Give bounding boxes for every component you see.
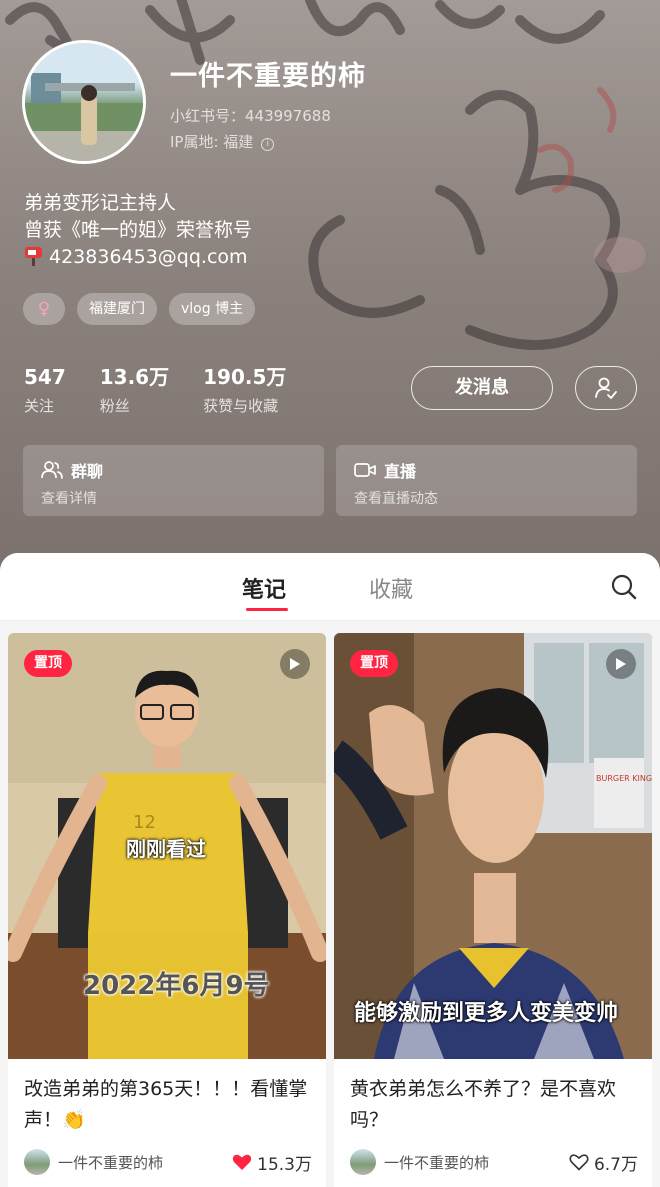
followed-button[interactable] xyxy=(575,366,637,410)
send-message-button[interactable]: 发消息 xyxy=(411,366,553,410)
note-title[interactable]: 改造弟弟的第365天！！！看懂掌声！👏 xyxy=(8,1059,326,1136)
note-card[interactable]: 12 置顶 刚刚看过 2022年6月9号 改造弟弟的第365天！！！看懂掌声！👏… xyxy=(8,633,326,1187)
heart-icon xyxy=(569,1154,589,1171)
note-card[interactable]: BURGER KING 置顶 能够激励到更多人变美变帅 黄衣弟弟怎么不养了？是不… xyxy=(334,633,652,1187)
gender-tag: ♀ xyxy=(23,293,65,325)
bio-line: 弟弟变形记主持人 xyxy=(24,192,177,214)
bio: 弟弟变形记主持人 曾获《唯一的姐》荣誉称号 423836453@qq.com xyxy=(24,190,252,271)
tab-notes[interactable]: 笔记 xyxy=(242,572,286,604)
group-chat-subtitle: 查看详情 xyxy=(41,491,97,507)
live-title: 直播 xyxy=(384,462,417,481)
group-icon xyxy=(41,461,63,479)
bio-line: 曾获《唯一的姐》荣誉称号 xyxy=(24,219,253,241)
mail-icon xyxy=(25,247,42,266)
note-cover[interactable]: BURGER KING 置顶 能够激励到更多人变美变帅 xyxy=(334,633,652,1059)
author-name[interactable]: 一件不重要的柿 xyxy=(58,1152,232,1173)
live-icon xyxy=(354,463,376,477)
stat-number: 547 xyxy=(24,365,66,389)
note-title[interactable]: 黄衣弟弟怎么不养了？是不喜欢吗？ xyxy=(334,1059,652,1136)
tab-bar: 笔记 收藏 xyxy=(0,553,660,621)
like-control[interactable]: 6.7万 xyxy=(569,1150,638,1175)
group-chat-title: 群聊 xyxy=(71,462,104,481)
like-count: 15.3万 xyxy=(257,1154,312,1175)
ip-location-text: IP属地: 福建 xyxy=(170,133,254,151)
bio-email: 423836453@qq.com xyxy=(49,246,248,268)
note-footer: 一件不重要的柿 15.3万 xyxy=(24,1149,312,1175)
stat-label: 粉丝 xyxy=(99,397,130,415)
group-chat-card[interactable]: 群聊 查看详情 xyxy=(23,445,324,516)
live-title-row: 直播 xyxy=(354,458,619,482)
stats-row: 547 关注 13.6万 粉丝 190.5万 获赞与收藏 xyxy=(24,364,286,416)
cover-overlay-text: 刚刚看过 xyxy=(126,837,206,861)
play-triangle xyxy=(616,658,626,670)
cover-overlay-text: 能够激励到更多人变美变帅 xyxy=(354,1001,619,1026)
live-card[interactable]: 直播 查看直播动态 xyxy=(336,445,637,516)
group-chat-title-row: 群聊 xyxy=(41,458,306,482)
play-icon xyxy=(606,649,636,679)
tab-collections[interactable]: 收藏 xyxy=(369,572,413,604)
author-avatar[interactable] xyxy=(24,1149,50,1175)
search-icon[interactable] xyxy=(610,573,638,601)
pinned-badge: 置顶 xyxy=(24,650,72,677)
doodle-blush xyxy=(594,237,646,273)
heart-icon xyxy=(232,1154,252,1170)
stat-likes-collections[interactable]: 190.5万 获赞与收藏 xyxy=(203,364,286,416)
like-control[interactable]: 15.3万 xyxy=(232,1150,312,1175)
location-tag: 福建厦门 xyxy=(77,293,157,325)
jersey-number: 12 xyxy=(133,812,156,833)
active-tab-indicator xyxy=(246,608,288,611)
live-subtitle: 查看直播动态 xyxy=(354,491,438,507)
stat-number: 190.5万 xyxy=(203,365,287,389)
like-count: 6.7万 xyxy=(593,1154,638,1175)
note-footer: 一件不重要的柿 6.7万 xyxy=(350,1149,638,1175)
stat-label: 获赞与收藏 xyxy=(203,397,279,415)
note-cover[interactable]: 12 置顶 刚刚看过 2022年6月9号 xyxy=(8,633,326,1059)
role-tag: vlog 博主 xyxy=(169,293,256,325)
tag-list: ♀ 福建厦门 vlog 博主 xyxy=(23,293,256,325)
stat-label: 关注 xyxy=(24,397,55,415)
stat-following[interactable]: 547 关注 xyxy=(24,364,66,416)
content-panel: 笔记 收藏 12 置顶 刚刚看过 2022年6月9号 改造弟弟的第365天！！！… xyxy=(0,553,660,1187)
info-icon[interactable]: i xyxy=(261,138,275,151)
box-logo-text: BURGER KING xyxy=(596,774,652,783)
profile-header: 一件不重要的柿 小红书号：443997688 IP属地: 福建 i 弟弟变形记主持… xyxy=(0,0,660,600)
play-triangle xyxy=(290,658,300,670)
follow-check-icon xyxy=(595,377,617,399)
pinned-badge: 置顶 xyxy=(350,650,398,677)
stat-followers[interactable]: 13.6万 粉丝 xyxy=(100,364,169,416)
cover-date-text: 2022年6月9号 xyxy=(83,971,270,1001)
play-icon xyxy=(280,649,310,679)
author-avatar[interactable] xyxy=(350,1149,376,1175)
red-id: 小红书号：443997688 xyxy=(170,107,331,125)
stat-number: 13.6万 xyxy=(99,365,170,389)
notes-feed: 12 置顶 刚刚看过 2022年6月9号 改造弟弟的第365天！！！看懂掌声！👏… xyxy=(8,633,652,1187)
ip-location: IP属地: 福建 i xyxy=(170,131,275,152)
author-name[interactable]: 一件不重要的柿 xyxy=(384,1152,569,1173)
nickname: 一件不重要的柿 xyxy=(170,61,366,92)
avatar[interactable] xyxy=(22,40,146,164)
bio-email-line: 423836453@qq.com xyxy=(24,244,252,271)
